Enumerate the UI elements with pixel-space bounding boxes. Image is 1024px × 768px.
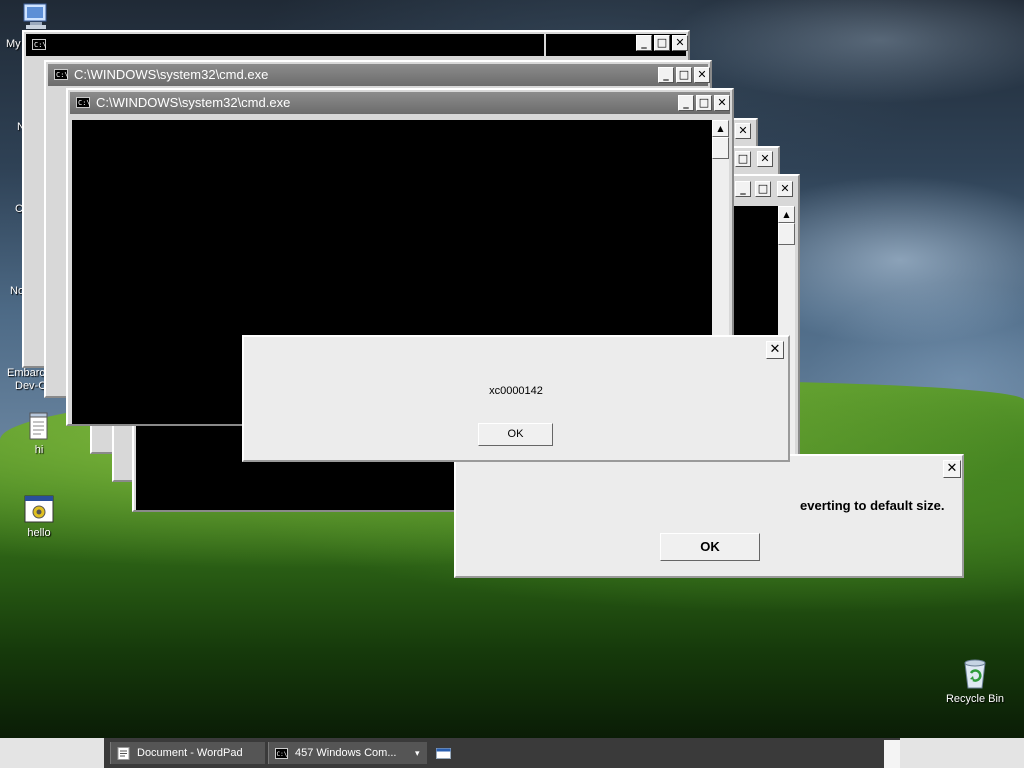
scroll-thumb[interactable]	[778, 223, 795, 245]
window-title: C:\WINDOWS\system32\cmd.exe	[96, 95, 291, 110]
close-button[interactable]: ✕	[694, 67, 710, 83]
cmd-icon: C:\	[76, 97, 91, 108]
close-button[interactable]: ✕	[777, 181, 793, 197]
close-button[interactable]: ✕	[735, 123, 751, 139]
desktop-icon-my-computer[interactable]	[4, 2, 74, 32]
size-warning-dialog[interactable]: ✕ everting to default size. OK	[454, 454, 964, 578]
minimize-button[interactable]: _	[735, 181, 751, 197]
scroll-thumb[interactable]	[712, 137, 729, 159]
maximize-button[interactable]: □	[735, 151, 751, 167]
desktop-icon-hi[interactable]: hi	[4, 412, 74, 456]
taskbar-item-wordpad[interactable]: Document - WordPad	[110, 742, 265, 764]
close-button[interactable]: ✕	[757, 151, 773, 167]
taskbar-item-label: Document - WordPad	[137, 747, 243, 759]
minimize-button[interactable]: _	[678, 95, 694, 111]
minimize-button[interactable]: _	[636, 35, 652, 51]
taskbar-item-cmd-group[interactable]: C:\ 457 Windows Com... ▾	[268, 742, 427, 764]
scroll-up-arrow-icon[interactable]: ▲	[712, 120, 729, 137]
taskbar-scroll-handle[interactable]	[884, 740, 900, 768]
svg-text:C:\: C:\	[277, 751, 288, 758]
close-icon[interactable]: ✕	[766, 341, 784, 359]
maximize-button[interactable]: □	[654, 35, 670, 51]
desktop-icon-label-my: My	[6, 38, 21, 50]
cmd-icon: C:\	[54, 69, 69, 80]
taskbar: Document - WordPad C:\ 457 Windows Com..…	[0, 738, 1024, 768]
taskbar-item-label: 457 Windows Com...	[295, 747, 397, 759]
notepad-document-icon	[29, 412, 49, 440]
window-title: C:\WINDOWS\system32\cmd.exe	[74, 67, 269, 82]
desktop-icon-label: Recycle Bin	[945, 693, 1005, 705]
scroll-up-arrow-icon[interactable]: ▲	[778, 206, 795, 223]
desktop-icon-label: hello	[27, 527, 51, 539]
cmd-icon: C:\	[32, 39, 47, 50]
title-bar[interactable]: C:\	[26, 34, 686, 56]
ok-button[interactable]: OK	[478, 423, 553, 446]
maximize-button[interactable]: □	[755, 181, 771, 197]
executable-program-icon	[24, 495, 54, 523]
desktop-icon-hello[interactable]: hello	[4, 495, 74, 539]
my-computer-icon	[20, 2, 52, 32]
ok-button[interactable]: OK	[660, 533, 760, 561]
desktop-icon-label: hi	[34, 444, 44, 456]
desktop-icon-recycle-bin[interactable]: Recycle Bin	[939, 657, 1011, 705]
desktop-icon-label-embarcadero-2: Dev-C	[15, 380, 47, 392]
dialog-message: everting to default size.	[800, 498, 945, 513]
dialog-message: xc0000142	[489, 385, 543, 397]
recycle-bin-icon	[960, 657, 990, 689]
wordpad-icon	[117, 746, 130, 760]
chevron-down-icon[interactable]: ▾	[415, 742, 420, 764]
close-button[interactable]: ✕	[672, 35, 688, 51]
maximize-button[interactable]: □	[676, 67, 692, 83]
error-dialog[interactable]: ✕ xc0000142 OK	[242, 335, 790, 462]
taskbar-item-window[interactable]	[430, 742, 460, 764]
title-bar[interactable]: C:\ C:\WINDOWS\system32\cmd.exe	[48, 64, 708, 86]
title-bar[interactable]: C:\ C:\WINDOWS\system32\cmd.exe	[70, 92, 730, 114]
maximize-button[interactable]: □	[696, 95, 712, 111]
cmd-icon: C:\	[275, 746, 288, 759]
close-button[interactable]: ✕	[714, 95, 730, 111]
close-icon[interactable]: ✕	[943, 460, 961, 478]
minimize-button[interactable]: _	[658, 67, 674, 83]
window-icon	[436, 746, 451, 759]
